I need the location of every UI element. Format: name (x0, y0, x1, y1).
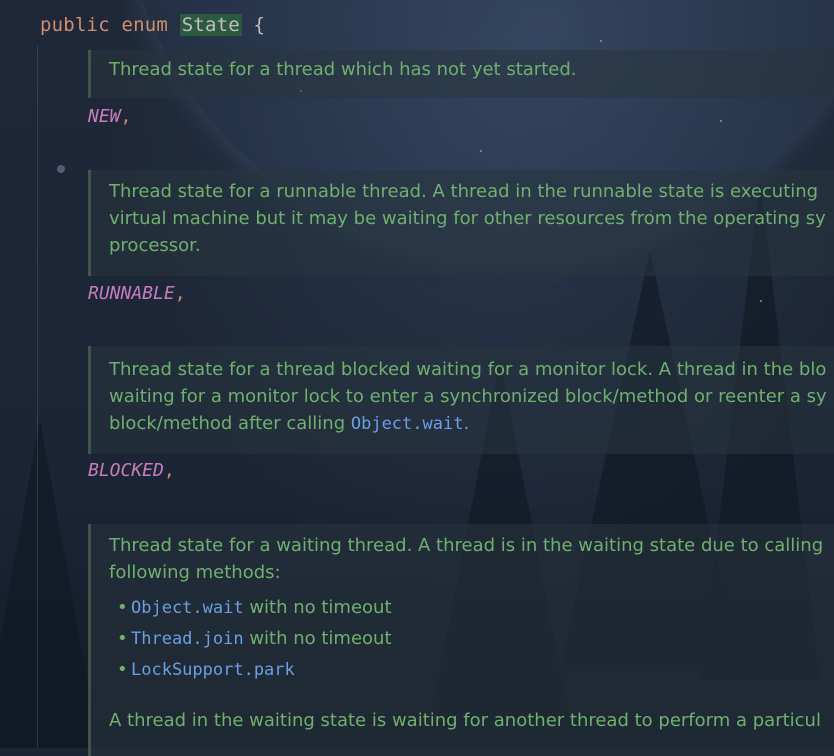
doc-line: waiting for a monitor lock to enter a sy… (109, 386, 827, 407)
constant-name: NEW (88, 106, 121, 127)
doc-line: block/method after calling Object.wait. (109, 413, 470, 434)
list-item: • LockSupport.park (117, 659, 295, 680)
code-ref-object-wait[interactable]: Object.wait (351, 414, 464, 434)
doc-line: processor. (109, 235, 201, 256)
keyword-enum: enum (121, 14, 169, 36)
indent-guide (37, 46, 38, 748)
doc-line: following methods: (109, 562, 281, 583)
constant-blocked[interactable]: BLOCKED, (88, 460, 175, 481)
list-item: • Thread.join with no timeout (117, 628, 392, 649)
javadoc-waiting: Thread state for a waiting thread. A thr… (88, 524, 834, 756)
code-ref[interactable]: LockSupport.park (131, 660, 295, 680)
enum-name-highlighted[interactable]: State (179, 14, 242, 36)
javadoc-new: Thread state for a thread which has not … (88, 50, 834, 98)
constant-runnable[interactable]: RUNNABLE, (88, 283, 186, 304)
javadoc-runnable: Thread state for a runnable thread. A th… (88, 170, 834, 276)
enum-declaration[interactable]: public enum State { (40, 14, 265, 36)
doc-line: A thread in the waiting state is waiting… (109, 710, 821, 731)
doc-line: virtual machine but it may be waiting fo… (109, 208, 826, 229)
list-item: • Object.wait with no timeout (117, 597, 392, 618)
method-list: • Object.wait with no timeout • Thread.joi… (109, 592, 834, 685)
constant-new[interactable]: NEW, (88, 106, 131, 127)
doc-line: Thread state for a thread which has not … (109, 59, 577, 80)
doc-line: Thread state for a thread blocked waitin… (109, 359, 827, 380)
keyword-public: public (40, 14, 110, 36)
open-brace: { (253, 14, 266, 36)
javadoc-blocked: Thread state for a thread blocked waitin… (88, 346, 834, 454)
doc-line: Thread state for a waiting thread. A thr… (109, 535, 824, 556)
code-ref[interactable]: Thread.join (131, 629, 244, 649)
constant-name: RUNNABLE (88, 283, 175, 304)
doc-line: Thread state for a runnable thread. A th… (109, 181, 819, 202)
code-ref[interactable]: Object.wait (131, 598, 244, 618)
constant-name: BLOCKED (88, 460, 164, 481)
